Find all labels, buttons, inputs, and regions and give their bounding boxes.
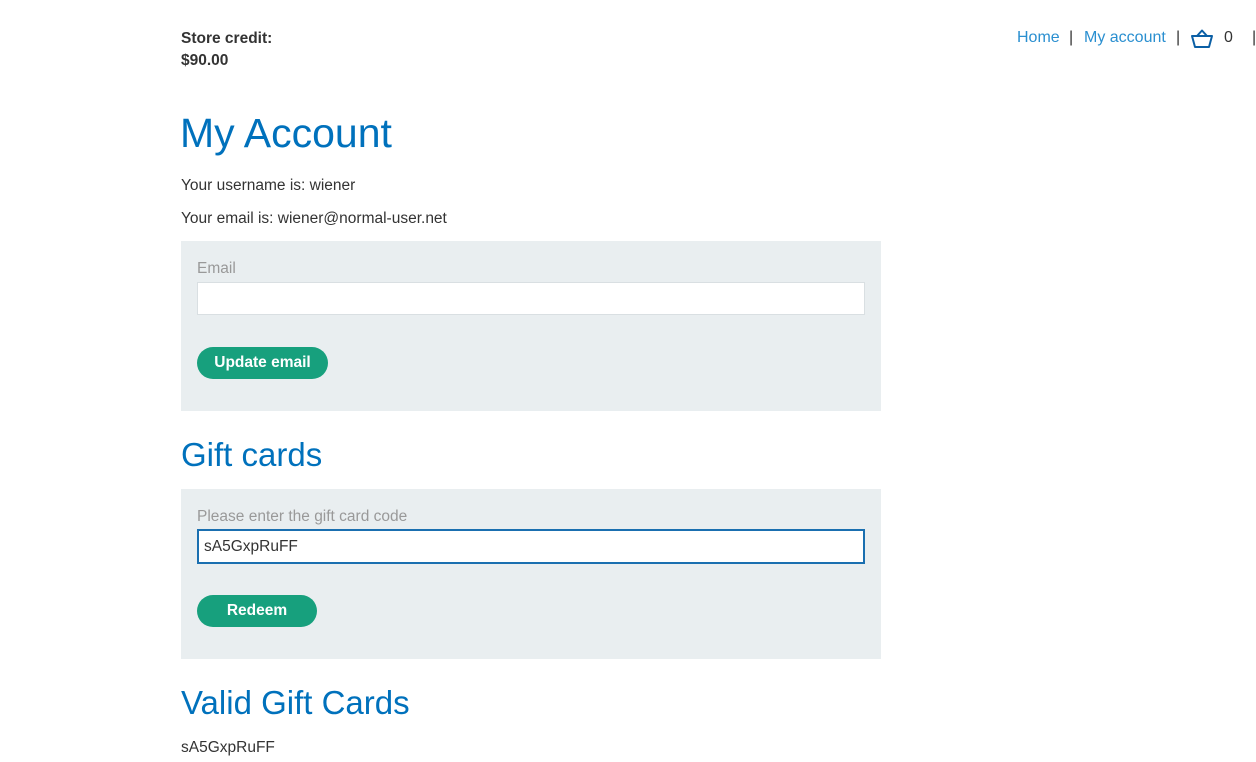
valid-gift-card-code: sA5GxpRuFF (181, 739, 275, 756)
shopping-basket-icon[interactable] (1190, 29, 1214, 49)
gift-card-code-label: Please enter the gift card code (197, 508, 408, 525)
username-info: Your username is: wiener (181, 177, 356, 194)
page: Store credit: $90.00 Home | My account |… (0, 0, 1256, 762)
page-title: My Account (180, 110, 392, 156)
nav-separator: | (1069, 29, 1074, 46)
top-navigation: Home | My account | 0 | (1000, 28, 1256, 48)
store-credit-value: $90.00 (181, 52, 229, 69)
email-info: Your email is: wiener@normal-user.net (181, 210, 447, 227)
store-credit: Store credit: $90.00 (181, 28, 272, 72)
redeem-button[interactable]: Redeem (197, 595, 317, 627)
redeem-gift-card-form: Please enter the gift card code Redeem (181, 489, 881, 659)
nav-separator: | (1176, 29, 1181, 46)
gift-card-code-input[interactable] (197, 529, 865, 564)
valid-gift-cards-title: Valid Gift Cards (181, 684, 410, 721)
cart-count: 0 (1224, 29, 1233, 46)
update-email-button[interactable]: Update email (197, 347, 328, 379)
gift-cards-title: Gift cards (181, 436, 323, 473)
store-credit-label: Store credit: (181, 30, 273, 47)
nav-link-home[interactable]: Home (1017, 28, 1060, 48)
change-email-form: Email Update email (181, 241, 881, 411)
email-field-label: Email (197, 260, 236, 277)
nav-link-my-account[interactable]: My account (1084, 28, 1166, 48)
email-field[interactable] (197, 282, 865, 315)
nav-separator: | (1252, 29, 1256, 46)
